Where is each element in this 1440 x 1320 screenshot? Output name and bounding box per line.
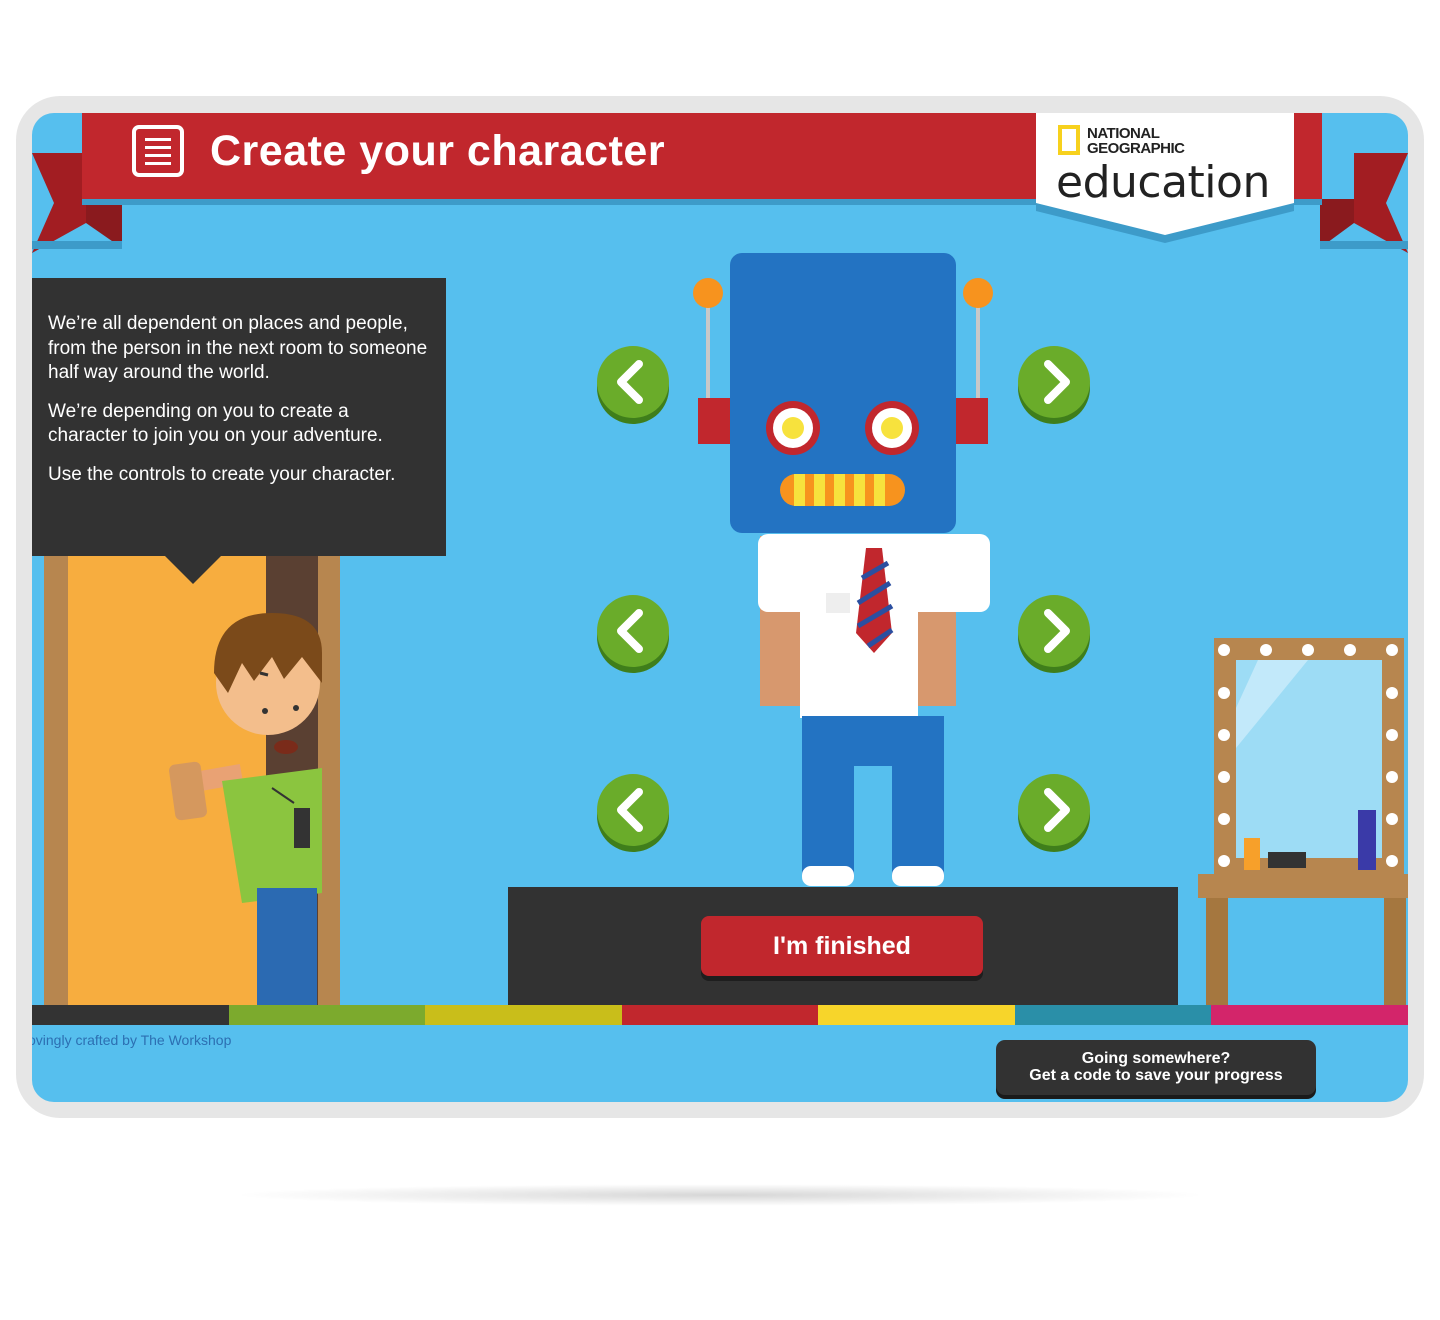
education-wordmark: education [1056,157,1270,208]
strip-segment [1014,1005,1212,1025]
nat-geo-text: NATIONAL GEOGRAPHIC [1087,126,1185,156]
nat-geo-line1: NATIONAL [1087,125,1160,142]
chevron-right-icon [1044,609,1070,653]
nat-geo-yellow-border-icon [1058,125,1080,155]
info-paragraph: We’re depending on you to create a chara… [48,400,383,447]
chevron-right-icon [1044,788,1070,832]
save-progress-button[interactable]: Going somewhere? Get a code to save your… [996,1040,1316,1095]
head-prev-button[interactable] [597,346,669,418]
info-paragraph: Use the controls to create your characte… [48,463,396,485]
finished-button[interactable]: I'm finished [701,916,983,976]
credit-link[interactable]: ovingly crafted by The Workshop [32,1032,231,1048]
intro-info-box: We’re all dependent on places and people… [32,278,446,556]
character-preview [693,253,993,886]
info-box-pointer [165,556,221,584]
info-paragraph: We’re all dependent on places and people… [48,313,428,383]
strip-segment [621,1005,819,1025]
body-next-button[interactable] [1018,595,1090,667]
strip-segment [32,1005,229,1025]
legs-next-button[interactable] [1018,774,1090,846]
dressing-table-illustration [1198,638,1408,1008]
strip-segment [425,1005,622,1025]
chevron-right-icon [1044,360,1070,404]
save-line2: Get a code to save your progress [1029,1067,1283,1084]
legs-prev-button[interactable] [597,774,669,846]
frame-shadow [230,1184,1210,1206]
chevron-left-icon [617,788,643,832]
game-screen: Create your character NATIONAL GEOGRAPHI… [32,113,1408,1102]
strip-segment [228,1005,426,1025]
body-prev-button[interactable] [597,595,669,667]
save-line1: Going somewhere? [1081,1050,1231,1067]
chevron-left-icon [617,360,643,404]
strip-segment [818,1005,1015,1025]
strip-segment [1211,1005,1408,1025]
head-next-button[interactable] [1018,346,1090,418]
chevron-left-icon [617,609,643,653]
document-menu-icon[interactable] [132,125,184,177]
color-strip [32,1005,1408,1025]
nat-geo-line2: GEOGRAPHIC [1087,140,1185,157]
ribbon-tail-right [1320,153,1408,253]
doorway-illustration [44,553,340,1005]
page-title: Create your character [210,127,666,175]
